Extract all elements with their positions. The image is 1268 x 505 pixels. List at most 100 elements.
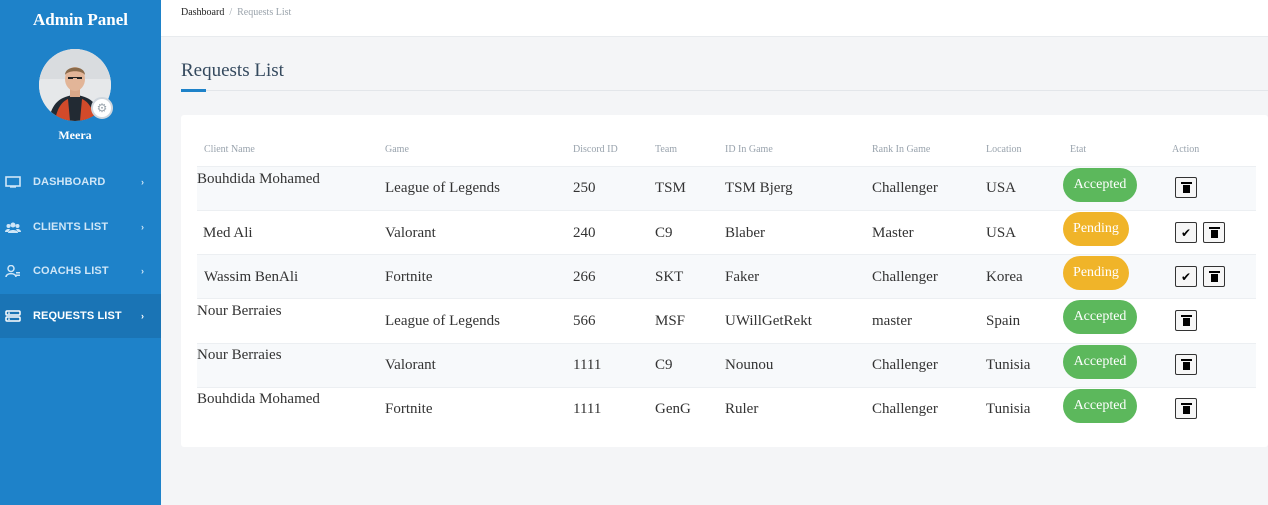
sidebar-item-coachs-list[interactable]: COACHS LIST ›: [0, 249, 161, 294]
sidebar-item-dashboard[interactable]: DASHBOARD ›: [0, 160, 161, 205]
status-badge: Accepted: [1063, 389, 1137, 423]
user-name: Meera: [58, 128, 92, 142]
cell-rank: Master: [872, 225, 914, 241]
sidebar-item-label: CLIENTS LIST: [33, 220, 109, 233]
cell-id-in-game: TSM Bjerg: [725, 180, 793, 196]
cell-location: Tunisia: [986, 401, 1031, 417]
trash-icon: [1180, 403, 1192, 414]
column-header-id-in-game: ID In Game: [725, 144, 773, 155]
column-header-action: Action: [1172, 144, 1200, 155]
page-title: Requests List: [181, 60, 284, 81]
breadcrumb-home-link[interactable]: Dashboard: [181, 7, 224, 18]
cell-location: USA: [986, 225, 1017, 241]
cell-game: Valorant: [385, 357, 436, 373]
cell-location: Korea: [986, 269, 1023, 285]
topbar: Dashboard / Requests List: [161, 0, 1268, 37]
sidebar-nav: DASHBOARD › CLIENTS LIST › COACHS LIST ›…: [0, 160, 161, 338]
gear-icon[interactable]: ⚙: [91, 97, 113, 119]
cell-game: Valorant: [385, 225, 436, 241]
cell-discord-id: 266: [573, 269, 596, 285]
column-header-game: Game: [385, 144, 409, 155]
delete-button[interactable]: [1175, 177, 1197, 198]
brand-title: Admin Panel: [33, 10, 128, 29]
chevron-right-icon: ›: [141, 177, 145, 188]
column-header-discord-id: Discord ID: [573, 144, 618, 155]
cell-discord-id: 566: [573, 313, 596, 329]
users-icon: [5, 221, 21, 233]
trash-icon: [1180, 182, 1192, 193]
status-badge: Pending: [1063, 256, 1129, 290]
chevron-right-icon: ›: [141, 266, 145, 277]
column-header-location: Location: [986, 144, 1022, 155]
cell-team: GenG: [655, 401, 691, 417]
cell-client-name: Nour Berraies: [197, 347, 282, 363]
breadcrumb-separator: /: [229, 7, 233, 18]
sidebar-item-clients-list[interactable]: CLIENTS LIST ›: [0, 205, 161, 250]
cell-team: MSF: [655, 313, 686, 329]
status-badge: Accepted: [1063, 345, 1137, 379]
column-header-etat: Etat: [1070, 144, 1087, 155]
sidebar: Admin Panel ⚙ Meera DASHBOARD › CLIENTS …: [0, 0, 161, 505]
cell-id-in-game: Faker: [725, 269, 760, 285]
cell-rank: Challenger: [872, 357, 938, 373]
sidebar-item-label: COACHS LIST: [33, 265, 109, 278]
cell-rank: master: [872, 313, 912, 329]
delete-button[interactable]: [1203, 222, 1225, 243]
delete-button[interactable]: [1175, 398, 1197, 419]
cell-client-name: Nour Berraies: [197, 303, 282, 319]
cell-game: Fortnite: [385, 401, 433, 417]
cell-rank: Challenger: [872, 180, 938, 196]
trash-icon: [1180, 359, 1192, 370]
cell-game: Fortnite: [385, 269, 433, 285]
cell-game: League of Legends: [385, 313, 500, 329]
cell-game: League of Legends: [385, 180, 500, 196]
title-divider: [181, 90, 1268, 91]
cell-id-in-game: Ruler: [725, 401, 759, 417]
sidebar-item-label: REQUESTS LIST: [33, 309, 122, 322]
approve-button[interactable]: ✔: [1175, 266, 1197, 287]
cell-location: Tunisia: [986, 357, 1031, 373]
status-badge: Accepted: [1063, 300, 1137, 334]
cell-discord-id: 1111: [573, 401, 602, 417]
server-list-icon: [5, 310, 21, 322]
user-coach-icon: [5, 265, 21, 278]
cell-id-in-game: UWillGetRekt: [725, 313, 812, 329]
cell-team: SKT: [655, 269, 684, 285]
cell-client-name: Bouhdida Mohamed: [197, 391, 320, 407]
column-header-client-name: Client Name: [204, 144, 255, 155]
sidebar-item-label: DASHBOARD: [33, 176, 106, 189]
cell-discord-id: 240: [573, 225, 596, 241]
trash-icon: [1180, 315, 1192, 326]
monitor-icon: [5, 176, 21, 188]
chevron-right-icon: ›: [141, 310, 145, 321]
cell-team: C9: [655, 357, 673, 373]
breadcrumb-current: Requests List: [237, 7, 292, 18]
cell-id-in-game: Blaber: [725, 225, 765, 241]
delete-button[interactable]: [1203, 266, 1225, 287]
status-badge: Pending: [1063, 212, 1129, 246]
cell-rank: Challenger: [872, 269, 938, 285]
delete-button[interactable]: [1175, 354, 1197, 375]
column-header-rank-in-game: Rank In Game: [872, 144, 931, 155]
cell-team: TSM: [655, 180, 686, 196]
chevron-right-icon: ›: [141, 221, 145, 232]
title-accent-underline: [181, 89, 206, 92]
cell-client-name: Wassim BenAli: [204, 269, 299, 285]
cell-team: C9: [655, 225, 673, 241]
sidebar-item-requests-list[interactable]: REQUESTS LIST ›: [0, 293, 161, 338]
approve-button[interactable]: ✔: [1175, 222, 1197, 243]
cell-discord-id: 1111: [573, 357, 602, 373]
cell-discord-id: 250: [573, 180, 596, 196]
cell-id-in-game: Nounou: [725, 357, 774, 373]
cell-rank: Challenger: [872, 401, 938, 417]
trash-icon: [1208, 271, 1220, 282]
status-badge: Accepted: [1063, 168, 1137, 202]
checkmark-icon: ✔: [1180, 269, 1192, 284]
cell-location: USA: [986, 180, 1017, 196]
breadcrumb: Dashboard / Requests List: [181, 7, 291, 18]
delete-button[interactable]: [1175, 310, 1197, 331]
cell-client-name: Med Ali: [203, 225, 253, 241]
cell-client-name: Bouhdida Mohamed: [197, 171, 320, 187]
column-header-team: Team: [655, 144, 678, 155]
cell-location: Spain: [986, 313, 1021, 329]
